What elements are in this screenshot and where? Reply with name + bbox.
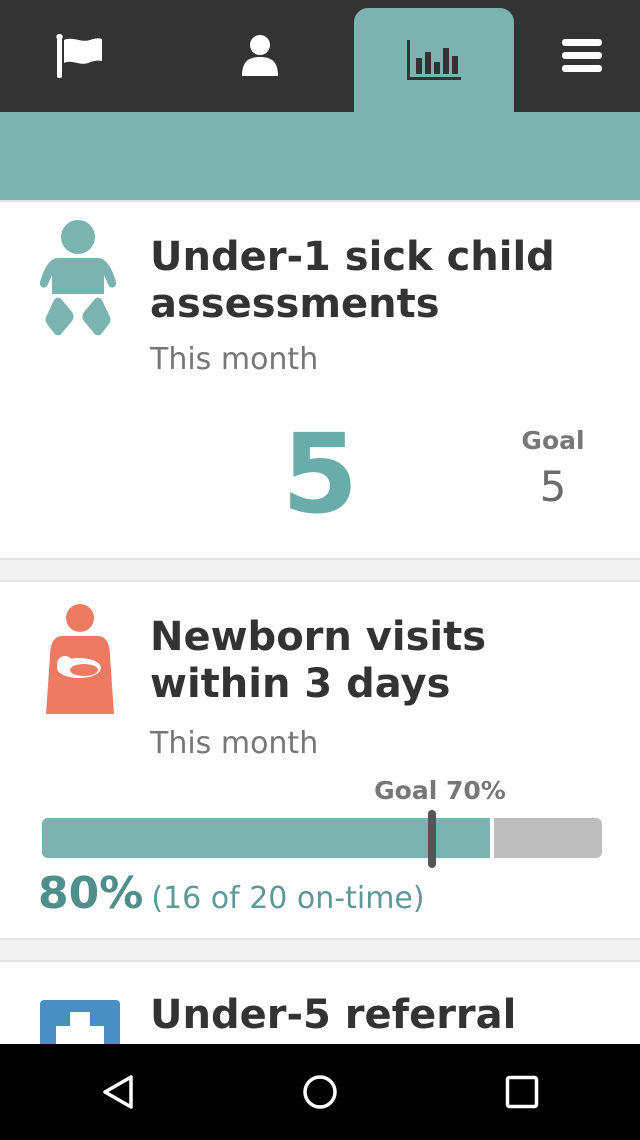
target-card-under1-assessments: Under-1 sick child assessments This mont… — [0, 200, 640, 560]
fill-end-gap — [490, 818, 494, 858]
top-navigation-bar — [0, 0, 640, 112]
percent-detail: (16 of 20 on-time) — [151, 881, 425, 916]
tab-menu[interactable] — [500, 0, 640, 112]
goal-value: 5 — [539, 462, 567, 511]
tab-analytics[interactable] — [354, 8, 514, 112]
progress-bar — [42, 818, 602, 858]
card-period: This month — [150, 342, 319, 377]
percent-value: 80% — [38, 868, 144, 919]
count-value: 5 — [281, 410, 359, 538]
recents-button[interactable] — [467, 1044, 577, 1140]
tab-targets[interactable] — [0, 0, 160, 112]
back-icon — [103, 1075, 133, 1109]
recents-icon — [505, 1075, 539, 1109]
flag-icon — [56, 34, 102, 78]
card-period: This month — [150, 726, 319, 761]
bar-chart-icon — [407, 40, 461, 80]
target-card-newborn-visits: Newborn visits within 3 days This month … — [0, 580, 640, 940]
progress-bar-fill — [42, 818, 490, 858]
section-header-bar — [0, 112, 640, 200]
home-button[interactable] — [265, 1044, 375, 1140]
progress-summary: 80% (16 of 20 on-time) — [38, 868, 425, 919]
person-icon — [242, 35, 278, 76]
card-title: Newborn visits within 3 days — [150, 614, 487, 707]
mother-newborn-icon — [46, 604, 114, 720]
goal-label: Goal — [521, 426, 585, 455]
card-title: Under-5 referral — [150, 992, 517, 1038]
home-icon — [303, 1075, 337, 1109]
baby-icon — [38, 220, 118, 346]
card-title: Under-1 sick child assessments — [150, 234, 555, 327]
system-navigation-bar — [0, 1044, 640, 1140]
goal-label: Goal 70% — [374, 776, 506, 805]
menu-icon — [562, 39, 602, 72]
back-button[interactable] — [64, 1044, 174, 1140]
goal-marker — [428, 810, 436, 868]
tab-people[interactable] — [180, 0, 340, 112]
